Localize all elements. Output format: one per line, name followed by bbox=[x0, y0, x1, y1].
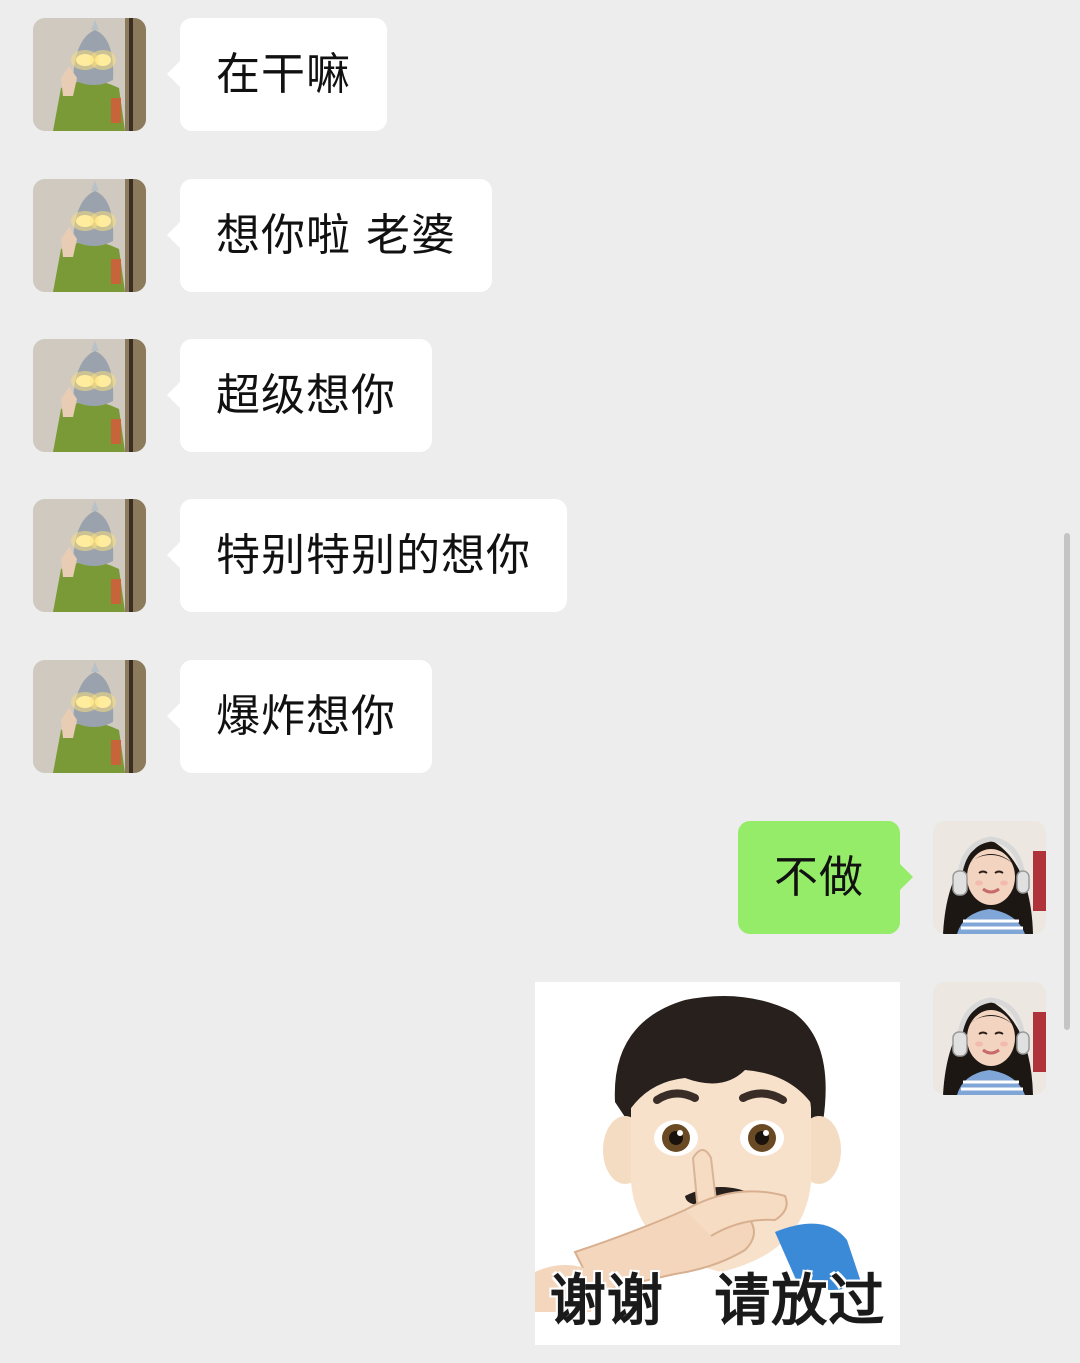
message-text: 在干嘛 bbox=[216, 49, 351, 100]
message-text: 爆炸想你 bbox=[216, 691, 396, 742]
outgoing-message-bubble[interactable]: 不做 bbox=[738, 821, 913, 934]
message-text: 超级想你 bbox=[216, 370, 396, 421]
message-text: 特别特别的想你 bbox=[216, 530, 531, 581]
incoming-message-bubble[interactable]: 在干嘛 bbox=[167, 18, 387, 131]
contact-avatar[interactable] bbox=[33, 499, 146, 612]
message-text: 想你啦 老婆 bbox=[216, 210, 456, 261]
contact-avatar[interactable] bbox=[33, 660, 146, 773]
contact-avatar[interactable] bbox=[33, 339, 146, 452]
incoming-message-bubble[interactable]: 想你啦 老婆 bbox=[167, 179, 492, 292]
sticker-caption: 谢谢 请放过 bbox=[549, 1269, 886, 1334]
contact-avatar[interactable] bbox=[33, 179, 146, 292]
contact-avatar[interactable] bbox=[33, 18, 146, 131]
incoming-message-bubble[interactable]: 超级想你 bbox=[167, 339, 432, 452]
girl-with-headphones-avatar-icon bbox=[933, 982, 1046, 1095]
self-avatar[interactable] bbox=[933, 982, 1046, 1095]
masked-hero-avatar-icon bbox=[33, 339, 146, 452]
masked-hero-avatar-icon bbox=[33, 18, 146, 131]
incoming-message-bubble[interactable]: 特别特别的想你 bbox=[167, 499, 567, 612]
scrollbar[interactable] bbox=[1064, 533, 1070, 1030]
incoming-message-bubble[interactable]: 爆炸想你 bbox=[167, 660, 432, 773]
girl-with-headphones-avatar-icon bbox=[933, 821, 1046, 934]
sticker-message[interactable]: 谢谢 请放过 bbox=[535, 982, 900, 1345]
self-avatar[interactable] bbox=[933, 821, 1046, 934]
message-text: 不做 bbox=[774, 852, 864, 903]
chat-message-list: 在干嘛 想你啦 老婆 超级想你 特别特别的想你 爆炸想你 不做 谢谢 请放过 bbox=[0, 0, 1080, 1363]
masked-hero-avatar-icon bbox=[33, 660, 146, 773]
masked-hero-avatar-icon bbox=[33, 179, 146, 292]
masked-hero-avatar-icon bbox=[33, 499, 146, 612]
